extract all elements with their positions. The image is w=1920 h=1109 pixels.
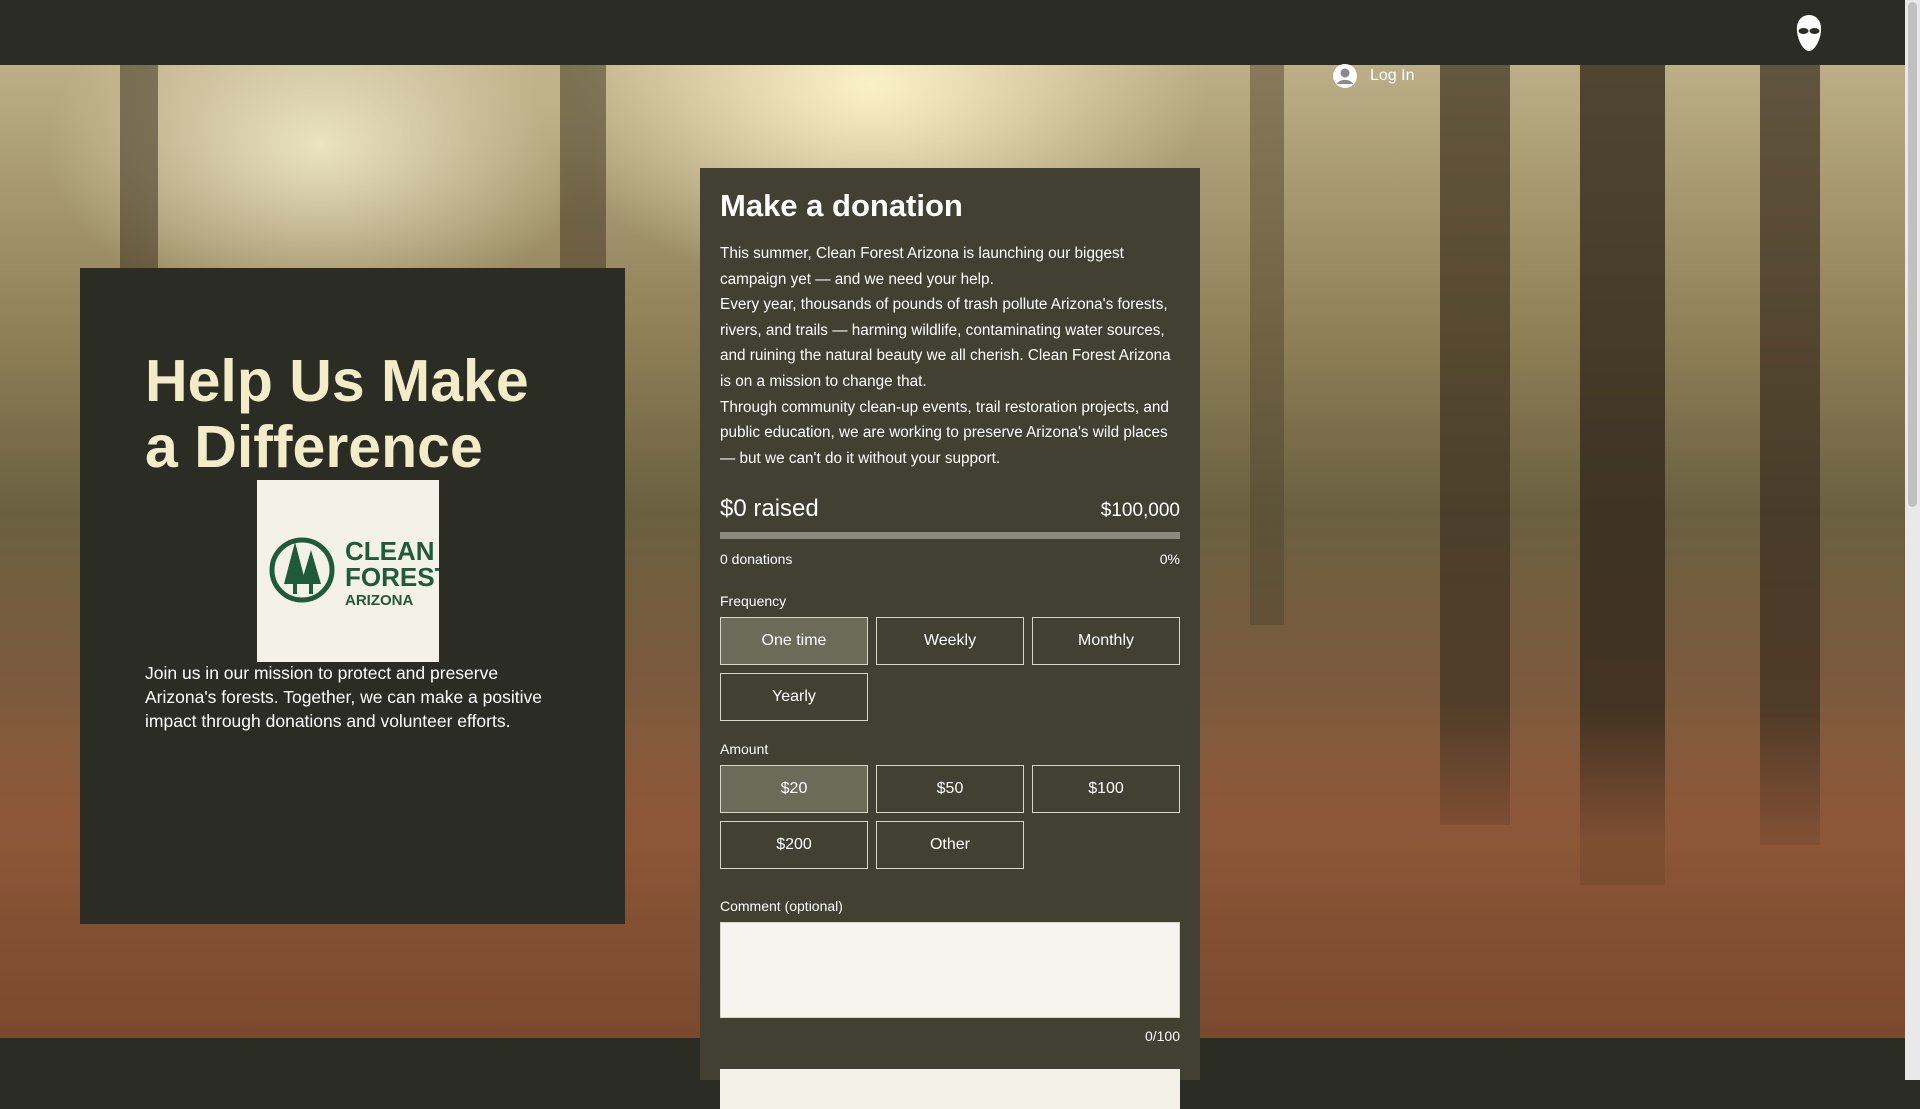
comment-label: Comment (optional) [720, 898, 843, 914]
amount-option-50[interactable]: $50 [876, 765, 1024, 813]
amount-option-200[interactable]: $200 [720, 821, 868, 869]
frequency-option-monthly[interactable]: Monthly [1032, 617, 1180, 665]
frequency-option-one-time[interactable]: One time [720, 617, 868, 665]
donation-goal: $100,000 [1100, 500, 1180, 521]
donation-progress-bar [720, 532, 1180, 539]
tree-trunk [1250, 65, 1284, 625]
amount-option-other[interactable]: Other [876, 821, 1024, 869]
top-bar [0, 0, 1905, 65]
page-scrollbar[interactable] [1905, 0, 1920, 1080]
description-paragraph: Through community clean-up events, trail… [720, 398, 1169, 467]
login-label: Log In [1370, 67, 1415, 84]
comment-char-counter: 0/100 [1144, 1028, 1180, 1044]
alien-head-icon[interactable] [1795, 14, 1823, 52]
comment-input[interactable] [720, 922, 1180, 1018]
donate-button[interactable] [720, 1069, 1180, 1109]
amount-raised: $0 raised [720, 495, 819, 522]
donation-description: This summer, Clean Forest Arizona is lau… [720, 241, 1182, 471]
description-paragraph: Every year, thousands of pounds of trash… [720, 296, 1171, 390]
hero-description: Join us in our mission to protect and pr… [145, 663, 542, 731]
frequency-option-yearly[interactable]: Yearly [720, 673, 868, 721]
progress-percent: 0% [1159, 551, 1180, 567]
frequency-option-weekly[interactable]: Weekly [876, 617, 1024, 665]
login-button[interactable]: Log In [1332, 64, 1414, 88]
user-avatar-icon [1333, 64, 1357, 88]
amount-option-100[interactable]: $100 [1032, 765, 1180, 813]
amount-option-20[interactable]: $20 [720, 765, 868, 813]
hero-title: Help Us Make a Difference [145, 348, 529, 480]
frequency-label: Frequency [720, 593, 787, 609]
donation-card: Make a donation This summer, Clean Fores… [700, 168, 1200, 1109]
description-paragraph: This summer, Clean Forest Arizona is lau… [720, 245, 1124, 288]
clean-forest-arizona-logo: CLEAN FOREST ARIZONA [257, 480, 439, 662]
hero-card: Help Us Make a Difference CLEAN FOREST A… [80, 268, 625, 924]
amount-label: Amount [720, 741, 769, 757]
donations-count: 0 donations [720, 551, 793, 567]
scrollbar-thumb[interactable] [1908, 2, 1917, 507]
svg-text:FOREST: FOREST [345, 562, 439, 592]
svg-text:ARIZONA: ARIZONA [345, 592, 413, 609]
donation-title: Make a donation [720, 188, 963, 223]
